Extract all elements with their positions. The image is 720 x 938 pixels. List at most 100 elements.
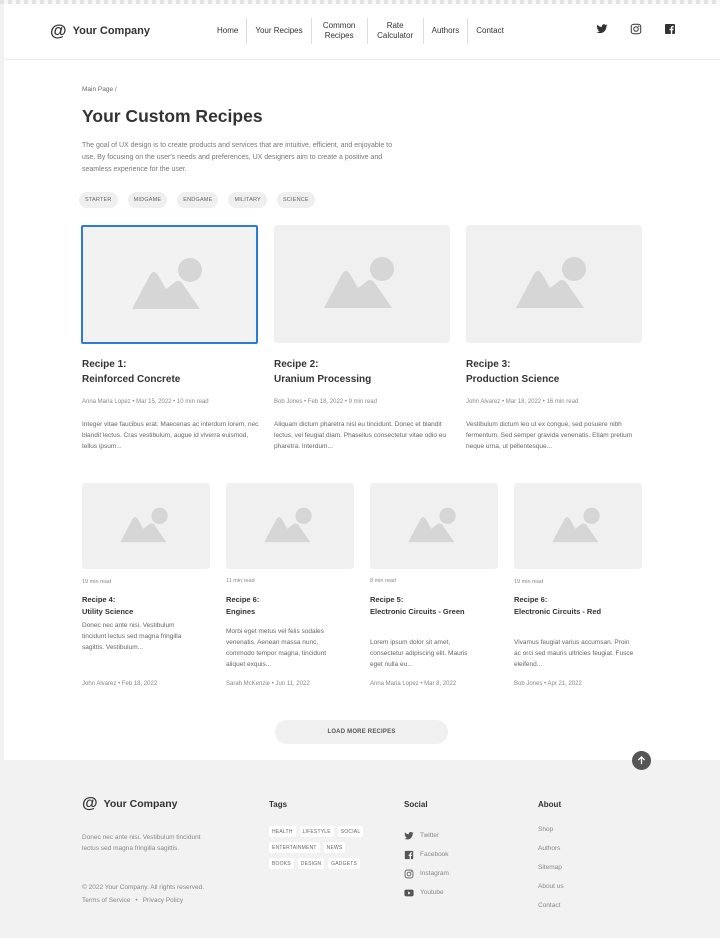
recipe-3-name: Production Science [466, 374, 560, 385]
nav-authors[interactable]: Authors [422, 18, 468, 44]
footer-tag-books[interactable]: BOOKS [269, 858, 294, 869]
footer-tag-gadgets[interactable]: GADGETS [328, 858, 361, 869]
recipe-4-name: Utility Science [82, 607, 134, 616]
header-social [596, 23, 676, 35]
recipe-3-title[interactable]: Recipe 3: Production Science [466, 357, 559, 387]
recipe-5-excerpt: Lorem ipsum dolor sit amet, consectetur … [370, 639, 468, 668]
footer-facebook-link[interactable]: Facebook [404, 845, 449, 864]
footer-social-links: Twitter Facebook Instagram Youtube [404, 826, 449, 902]
footer-sitemap-link[interactable]: Sitemap [538, 864, 564, 883]
tag-starter[interactable]: STARTER [79, 192, 118, 208]
tag-midgame[interactable]: MIDGAME [127, 192, 168, 208]
recipe-6-red-title[interactable]: Recipe 6: Electronic Circuits - Red [514, 594, 601, 618]
page-description: The goal of UX design is to create produ… [82, 142, 392, 173]
recipe-6-red-image[interactable] [514, 483, 642, 569]
recipe-6-red-excerpt: Vivamus feugiat varius accumsan. Proin a… [514, 639, 634, 668]
recipe-1-name: Reinforced Concrete [82, 374, 181, 385]
footer-twitter-link[interactable]: Twitter [404, 826, 449, 845]
footer-logo[interactable]: @ Your Company [82, 796, 178, 812]
nav-contact[interactable]: Contact [467, 18, 512, 44]
instagram-icon [404, 869, 414, 878]
nav-rate-calculator[interactable]: Rate Calculator [366, 18, 423, 44]
terms-link[interactable]: Terms of Service [82, 897, 130, 904]
recipe-2-image[interactable] [274, 225, 450, 343]
recipe-1-excerpt: Integer vitae faucibus erat. Maecenas ac… [82, 421, 259, 450]
footer-instagram-link[interactable]: Instagram [404, 864, 449, 883]
recipe-6-engines-label: Recipe 6: [226, 595, 260, 604]
page-title: Your Custom Recipes [82, 106, 263, 126]
recipe-2-label: Recipe 2: [274, 359, 319, 370]
tag-military[interactable]: MILITARY [228, 192, 267, 208]
breadcrumb[interactable]: Main Page / [82, 86, 117, 93]
facebook-icon[interactable] [664, 23, 676, 35]
footer-twitter-label: Twitter [420, 832, 440, 839]
recipe-1-label: Recipe 1: [82, 359, 127, 370]
facebook-icon [404, 850, 414, 859]
recipe-6-engines-name: Engines [226, 607, 256, 616]
footer-contact-link[interactable]: Contact [538, 902, 564, 921]
instagram-icon[interactable] [630, 23, 642, 35]
recipe-2-title[interactable]: Recipe 2: Uranium Processing [274, 357, 371, 387]
footer-youtube-label: Youtube [420, 889, 444, 896]
footer-social-heading: Social [404, 800, 428, 809]
footer-about-us-link[interactable]: About us [538, 883, 564, 902]
image-placeholder-icon [131, 257, 202, 309]
logo-at-icon: @ [50, 21, 67, 40]
nav-your-recipes[interactable]: Your Recipes [246, 18, 310, 44]
footer-tag-lifestyle[interactable]: LIFESTYLE [299, 826, 334, 837]
privacy-link[interactable]: Privacy Policy [143, 897, 183, 904]
recipe-3-image[interactable] [466, 225, 642, 343]
scroll-to-top-button[interactable] [632, 751, 651, 770]
footer-logo-at-icon: @ [82, 795, 98, 812]
recipe-5-label: Recipe 5: [370, 595, 404, 604]
footer-logo-text: Your Company [103, 798, 178, 810]
logo[interactable]: @ Your Company [50, 22, 150, 39]
recipe-6-red-meta: Bob Jones • Apr 21, 2022 [514, 681, 582, 687]
tag-endgame[interactable]: ENDGAME [177, 192, 219, 208]
recipe-6-red-label: Recipe 6: [514, 595, 548, 604]
footer-tag-design[interactable]: DESIGN [297, 858, 325, 869]
site-header: @ Your Company Home Your Recipes Common … [4, 4, 720, 60]
image-placeholder-icon [120, 507, 168, 543]
image-placeholder-icon [264, 507, 312, 543]
footer-instagram-label: Instagram [420, 870, 449, 877]
recipe-3-label: Recipe 3: [466, 359, 511, 370]
recipe-6-red-read-time: 19 min read [514, 579, 544, 585]
recipe-1-title[interactable]: Recipe 1: Reinforced Concrete [82, 357, 180, 387]
footer-facebook-label: Facebook [420, 851, 449, 858]
arrow-up-icon [637, 756, 646, 765]
site-footer: @ Your Company Donec nec ante nisi. Vest… [4, 760, 720, 938]
recipe-4-title[interactable]: Recipe 4: Utility Science [82, 594, 133, 618]
footer-shop-link[interactable]: Shop [538, 826, 564, 845]
footer-description: Donec nec ante nisi. Vestibulum tincidun… [82, 834, 201, 852]
footer-tag-social[interactable]: SOCIAL [337, 826, 364, 837]
recipe-6-engines-title[interactable]: Recipe 6: Engines [226, 594, 259, 618]
recipe-6-engines-excerpt: Morbi eget metus vel felis sodales venen… [226, 628, 327, 668]
recipe-5-read-time: 8 min read [370, 578, 396, 584]
recipe-4-read-time: 19 min read [82, 579, 112, 585]
recipe-1-image[interactable] [81, 225, 258, 344]
load-more-button[interactable]: LOAD MORE RECIPES [275, 720, 448, 744]
recipe-4-excerpt: Donec nec ante nisi. Vestibulum tincidun… [82, 622, 182, 651]
recipe-5-title[interactable]: Recipe 5: Electronic Circuits - Green [370, 594, 465, 618]
footer-about-heading: About [538, 800, 562, 809]
tag-science[interactable]: SCIENCE [276, 192, 315, 208]
recipe-5-name: Electronic Circuits - Green [370, 607, 465, 616]
footer-youtube-link[interactable]: Youtube [404, 883, 449, 902]
recipe-4-image[interactable] [82, 483, 210, 569]
image-placeholder-icon [408, 507, 456, 543]
footer-authors-link[interactable]: Authors [538, 845, 564, 864]
recipe-5-image[interactable] [370, 483, 498, 569]
recipe-3-excerpt: Vestibulum dictum leo ut ex congue, sed … [466, 421, 633, 450]
nav-common-recipes[interactable]: Common Recipes [310, 18, 367, 44]
legal-separator: • [135, 897, 138, 904]
footer-tag-entertainment[interactable]: ENTERTAINMENT [269, 842, 320, 853]
youtube-icon [404, 889, 414, 896]
footer-tag-news[interactable]: NEWS [323, 842, 346, 853]
footer-tag-health[interactable]: HEALTH [269, 826, 296, 837]
recipe-6-engines-image[interactable] [226, 483, 354, 569]
nav-home[interactable]: Home [209, 18, 246, 44]
filter-tags: STARTER MIDGAME ENDGAME MILITARY SCIENCE [79, 192, 315, 208]
twitter-icon[interactable] [596, 23, 608, 35]
footer-tags-heading: Tags [269, 800, 288, 809]
